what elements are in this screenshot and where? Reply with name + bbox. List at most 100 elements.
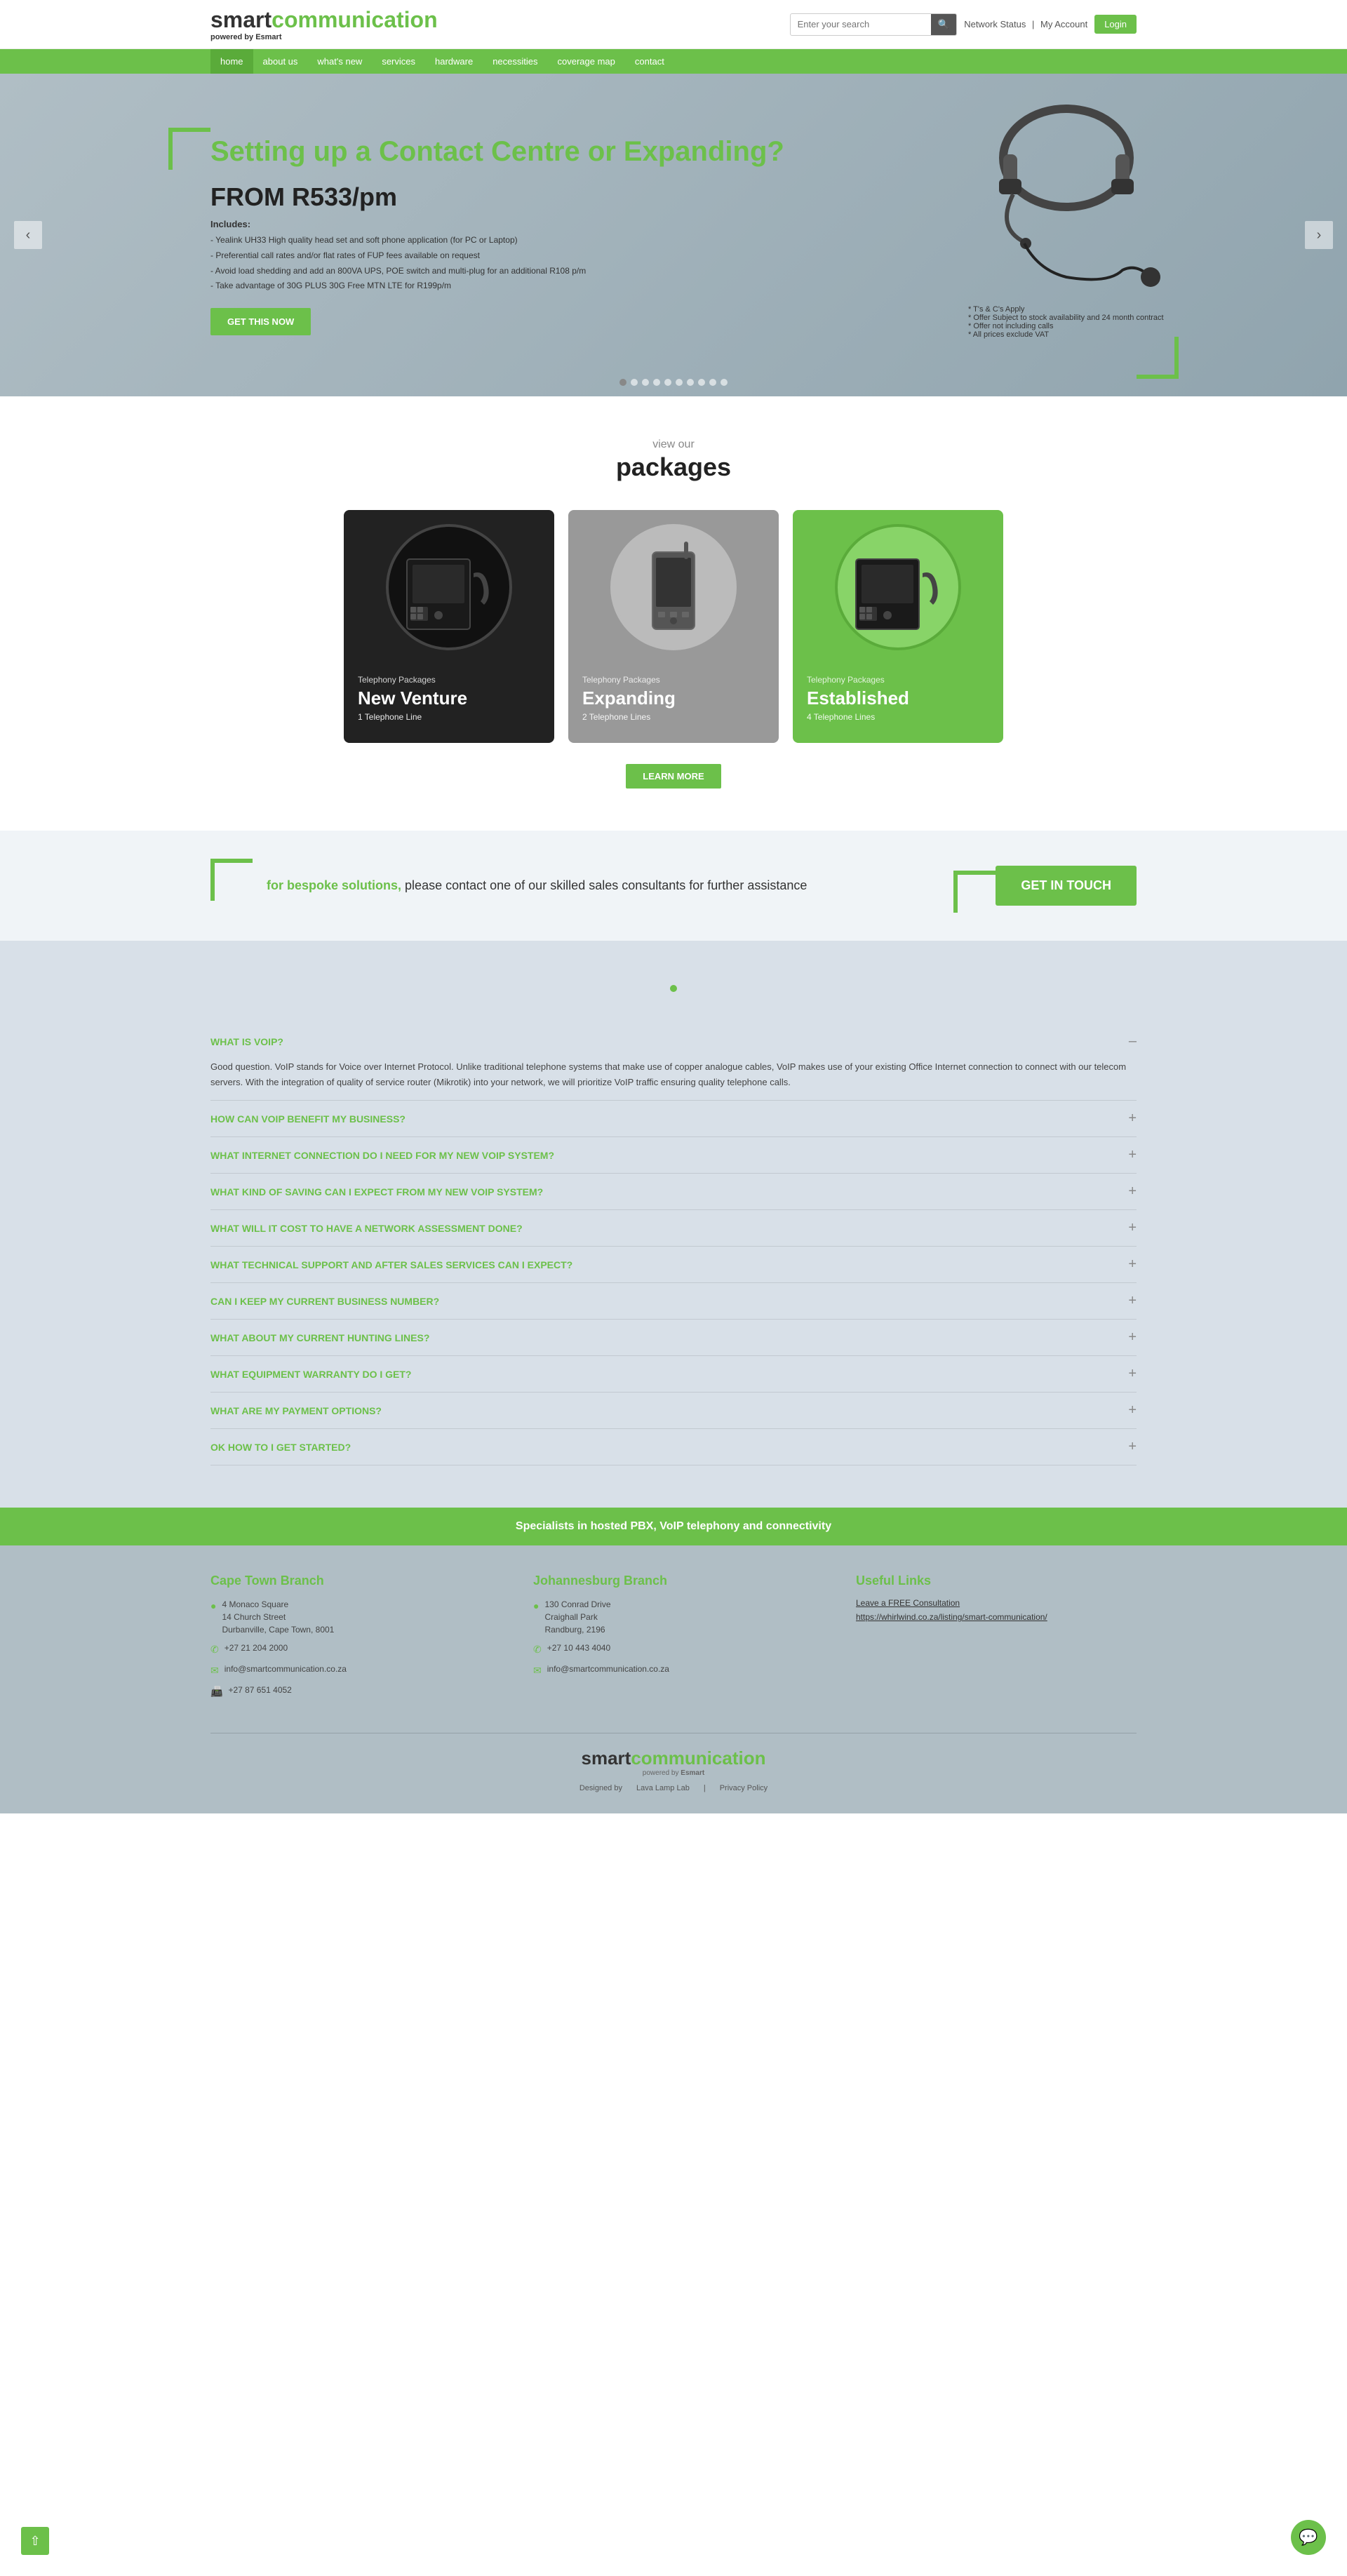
hero-dot-8[interactable] <box>698 379 705 386</box>
footer-logo-communication: communication <box>631 1747 765 1769</box>
logo-subtitle: powered by Esmart <box>210 33 438 41</box>
hero-dot-6[interactable] <box>676 379 683 386</box>
hero-banner: ‹ › Setting up a Contact Centre or Expan… <box>0 74 1347 396</box>
package-type-1: Telephony Packages <box>358 675 540 685</box>
designed-by-link[interactable]: Lava Lamp Lab <box>636 1784 690 1792</box>
faq-question-text-10: WHAT ARE MY PAYMENT OPTIONS? <box>210 1405 382 1416</box>
package-info-established: Telephony Packages Established 4 Telepho… <box>793 664 1003 743</box>
faq-question-10[interactable]: WHAT ARE MY PAYMENT OPTIONS? + <box>210 1393 1137 1428</box>
hero-dot-3[interactable] <box>642 379 649 386</box>
faq-question-4[interactable]: WHAT KIND OF SAVING CAN I EXPECT FROM MY… <box>210 1174 1137 1209</box>
hero-dot-7[interactable] <box>687 379 694 386</box>
hero-prev-arrow[interactable]: ‹ <box>14 221 42 249</box>
faq-toggle-5: + <box>1128 1220 1137 1236</box>
footer-ct-fax: 📠 +27 87 651 4052 <box>210 1684 491 1699</box>
footer-jb-phone: ✆ +27 10 443 4040 <box>533 1642 814 1657</box>
chat-button[interactable]: 💬 <box>1291 2520 1326 2555</box>
logo: smartcommunication powered by Esmart <box>210 7 438 41</box>
faq-item-7: CAN I KEEP MY CURRENT BUSINESS NUMBER? + <box>210 1283 1137 1320</box>
hero-dot-5[interactable] <box>664 379 671 386</box>
faq-question-8[interactable]: WHAT ABOUT MY CURRENT HUNTING LINES? + <box>210 1320 1137 1355</box>
faq-question-11[interactable]: OK HOW TO I GET STARTED? + <box>210 1429 1137 1465</box>
package-info-new-venture: Telephony Packages New Venture 1 Telepho… <box>344 664 554 743</box>
nav-contact[interactable]: contact <box>625 49 674 74</box>
search-input[interactable] <box>791 15 931 34</box>
package-new-venture[interactable]: Telephony Packages New Venture 1 Telepho… <box>344 510 554 743</box>
hero-dot-9[interactable] <box>709 379 716 386</box>
bespoke-text: for bespoke solutions, please contact on… <box>267 876 939 896</box>
footer-jb-email: ✉ info@smartcommunication.co.za <box>533 1663 814 1678</box>
nav-coverage-map[interactable]: coverage map <box>548 49 625 74</box>
nav-services[interactable]: services <box>372 49 425 74</box>
package-info-expanding: Telephony Packages Expanding 2 Telephone… <box>568 664 779 743</box>
package-lines-1: 1 Telephone Line <box>358 712 540 722</box>
search-button[interactable]: 🔍 <box>931 14 957 35</box>
privacy-policy-link[interactable]: Privacy Policy <box>720 1784 768 1792</box>
package-lines-2: 2 Telephone Lines <box>582 712 765 722</box>
nav-home[interactable]: home <box>210 49 253 74</box>
faq-toggle-7: + <box>1128 1293 1137 1309</box>
hero-notes: * T's & C's Apply * Offer Subject to sto… <box>968 305 1165 339</box>
location-icon-jb: ● <box>533 1599 539 1614</box>
faq-toggle-4: + <box>1128 1183 1137 1200</box>
hero-next-arrow[interactable]: › <box>1305 221 1333 249</box>
hero-cta-button[interactable]: GET THIS NOW <box>210 308 311 335</box>
hero-dot-2[interactable] <box>631 379 638 386</box>
package-image-established <box>835 524 961 650</box>
faq-toggle-8: + <box>1128 1329 1137 1346</box>
location-icon: ● <box>210 1599 216 1614</box>
faq-question-3[interactable]: WHAT INTERNET CONNECTION DO I NEED FOR M… <box>210 1137 1137 1173</box>
faq-question-text-9: WHAT EQUIPMENT WARRANTY DO I GET? <box>210 1369 411 1380</box>
hero-dot-4[interactable] <box>653 379 660 386</box>
package-expanding[interactable]: Telephony Packages Expanding 2 Telephone… <box>568 510 779 743</box>
package-established[interactable]: Telephony Packages Established 4 Telepho… <box>793 510 1003 743</box>
hero-dot-10[interactable] <box>721 379 728 386</box>
faq-question-6[interactable]: WHAT TECHNICAL SUPPORT AND AFTER SALES S… <box>210 1247 1137 1282</box>
hero-dot-1[interactable] <box>619 379 626 386</box>
get-in-touch-button[interactable]: GET IN TOUCH <box>996 866 1137 906</box>
useful-link-1[interactable]: Leave a FREE Consultation <box>856 1598 1137 1608</box>
nav-hardware[interactable]: hardware <box>425 49 483 74</box>
useful-link-2[interactable]: https://whirlwind.co.za/listing/smart-co… <box>856 1612 1137 1622</box>
header-right: 🔍 Network Status | My Account Login <box>790 13 1137 36</box>
faq-toggle-6: + <box>1128 1256 1137 1273</box>
login-button[interactable]: Login <box>1094 15 1137 34</box>
header-links: Network Status | My Account <box>964 19 1087 29</box>
designed-by-label: Designed by <box>579 1784 622 1792</box>
hero-image-area: * T's & C's Apply * Offer Subject to sto… <box>968 88 1165 339</box>
footer-cape-town: Cape Town Branch ● 4 Monaco Square 14 Ch… <box>210 1574 491 1705</box>
faq-section: WHAT IS VOIP? – Good question. VoIP stan… <box>0 941 1347 1508</box>
footer-logo-sub: powered by Esmart <box>210 1769 1137 1777</box>
phone-icon-jb: ✆ <box>533 1642 542 1657</box>
scroll-to-top-button[interactable]: ⇧ <box>21 2527 49 2555</box>
faq-item-2: HOW CAN VOIP BENEFIT MY BUSINESS? + <box>210 1101 1137 1137</box>
learn-more-button[interactable]: LEARN MORE <box>626 764 721 789</box>
footer-banner-text: Specialists in hosted PBX, VoIP telephon… <box>516 1520 831 1532</box>
faq-question-2[interactable]: HOW CAN VOIP BENEFIT MY BUSINESS? + <box>210 1101 1137 1136</box>
hero-dots <box>619 379 728 386</box>
faq-dot <box>670 985 677 992</box>
faq-answer-1: Good question. VoIP stands for Voice ove… <box>210 1059 1137 1100</box>
nav-about-us[interactable]: about us <box>253 49 308 74</box>
bespoke-section: for bespoke solutions, please contact on… <box>0 831 1347 941</box>
faq-question-5[interactable]: WHAT WILL IT COST TO HAVE A NETWORK ASSE… <box>210 1210 1137 1246</box>
nav-necessities[interactable]: necessities <box>483 49 547 74</box>
faq-question-7[interactable]: CAN I KEEP MY CURRENT BUSINESS NUMBER? + <box>210 1283 1137 1319</box>
footer-ul-title: Useful Links <box>856 1574 1137 1588</box>
network-status-link[interactable]: Network Status <box>964 19 1026 29</box>
footer-useful-links: Useful Links Leave a FREE Consultation h… <box>856 1574 1137 1705</box>
faq-toggle-2: + <box>1128 1111 1137 1127</box>
faq-question-9[interactable]: WHAT EQUIPMENT WARRANTY DO I GET? + <box>210 1356 1137 1392</box>
package-image-new-venture <box>386 524 512 650</box>
footer-logo-area: smartcommunication powered by Esmart Des… <box>210 1733 1137 1792</box>
faq-item-5: WHAT WILL IT COST TO HAVE A NETWORK ASSE… <box>210 1210 1137 1247</box>
footer-johannesburg: Johannesburg Branch ● 130 Conrad Drive C… <box>533 1574 814 1705</box>
faq-question-1[interactable]: WHAT IS VOIP? – <box>210 1024 1137 1059</box>
faq-item-1: WHAT IS VOIP? – Good question. VoIP stan… <box>210 1024 1137 1101</box>
my-account-link[interactable]: My Account <box>1040 19 1087 29</box>
bespoke-text-regular: please contact one of our skilled sales … <box>405 878 807 892</box>
headset-svg <box>968 88 1165 298</box>
nav-whats-new[interactable]: what's new <box>307 49 372 74</box>
footer-grid: Cape Town Branch ● 4 Monaco Square 14 Ch… <box>210 1574 1137 1705</box>
footer-bottom-links: Designed by Lava Lamp Lab | Privacy Poli… <box>210 1784 1137 1792</box>
